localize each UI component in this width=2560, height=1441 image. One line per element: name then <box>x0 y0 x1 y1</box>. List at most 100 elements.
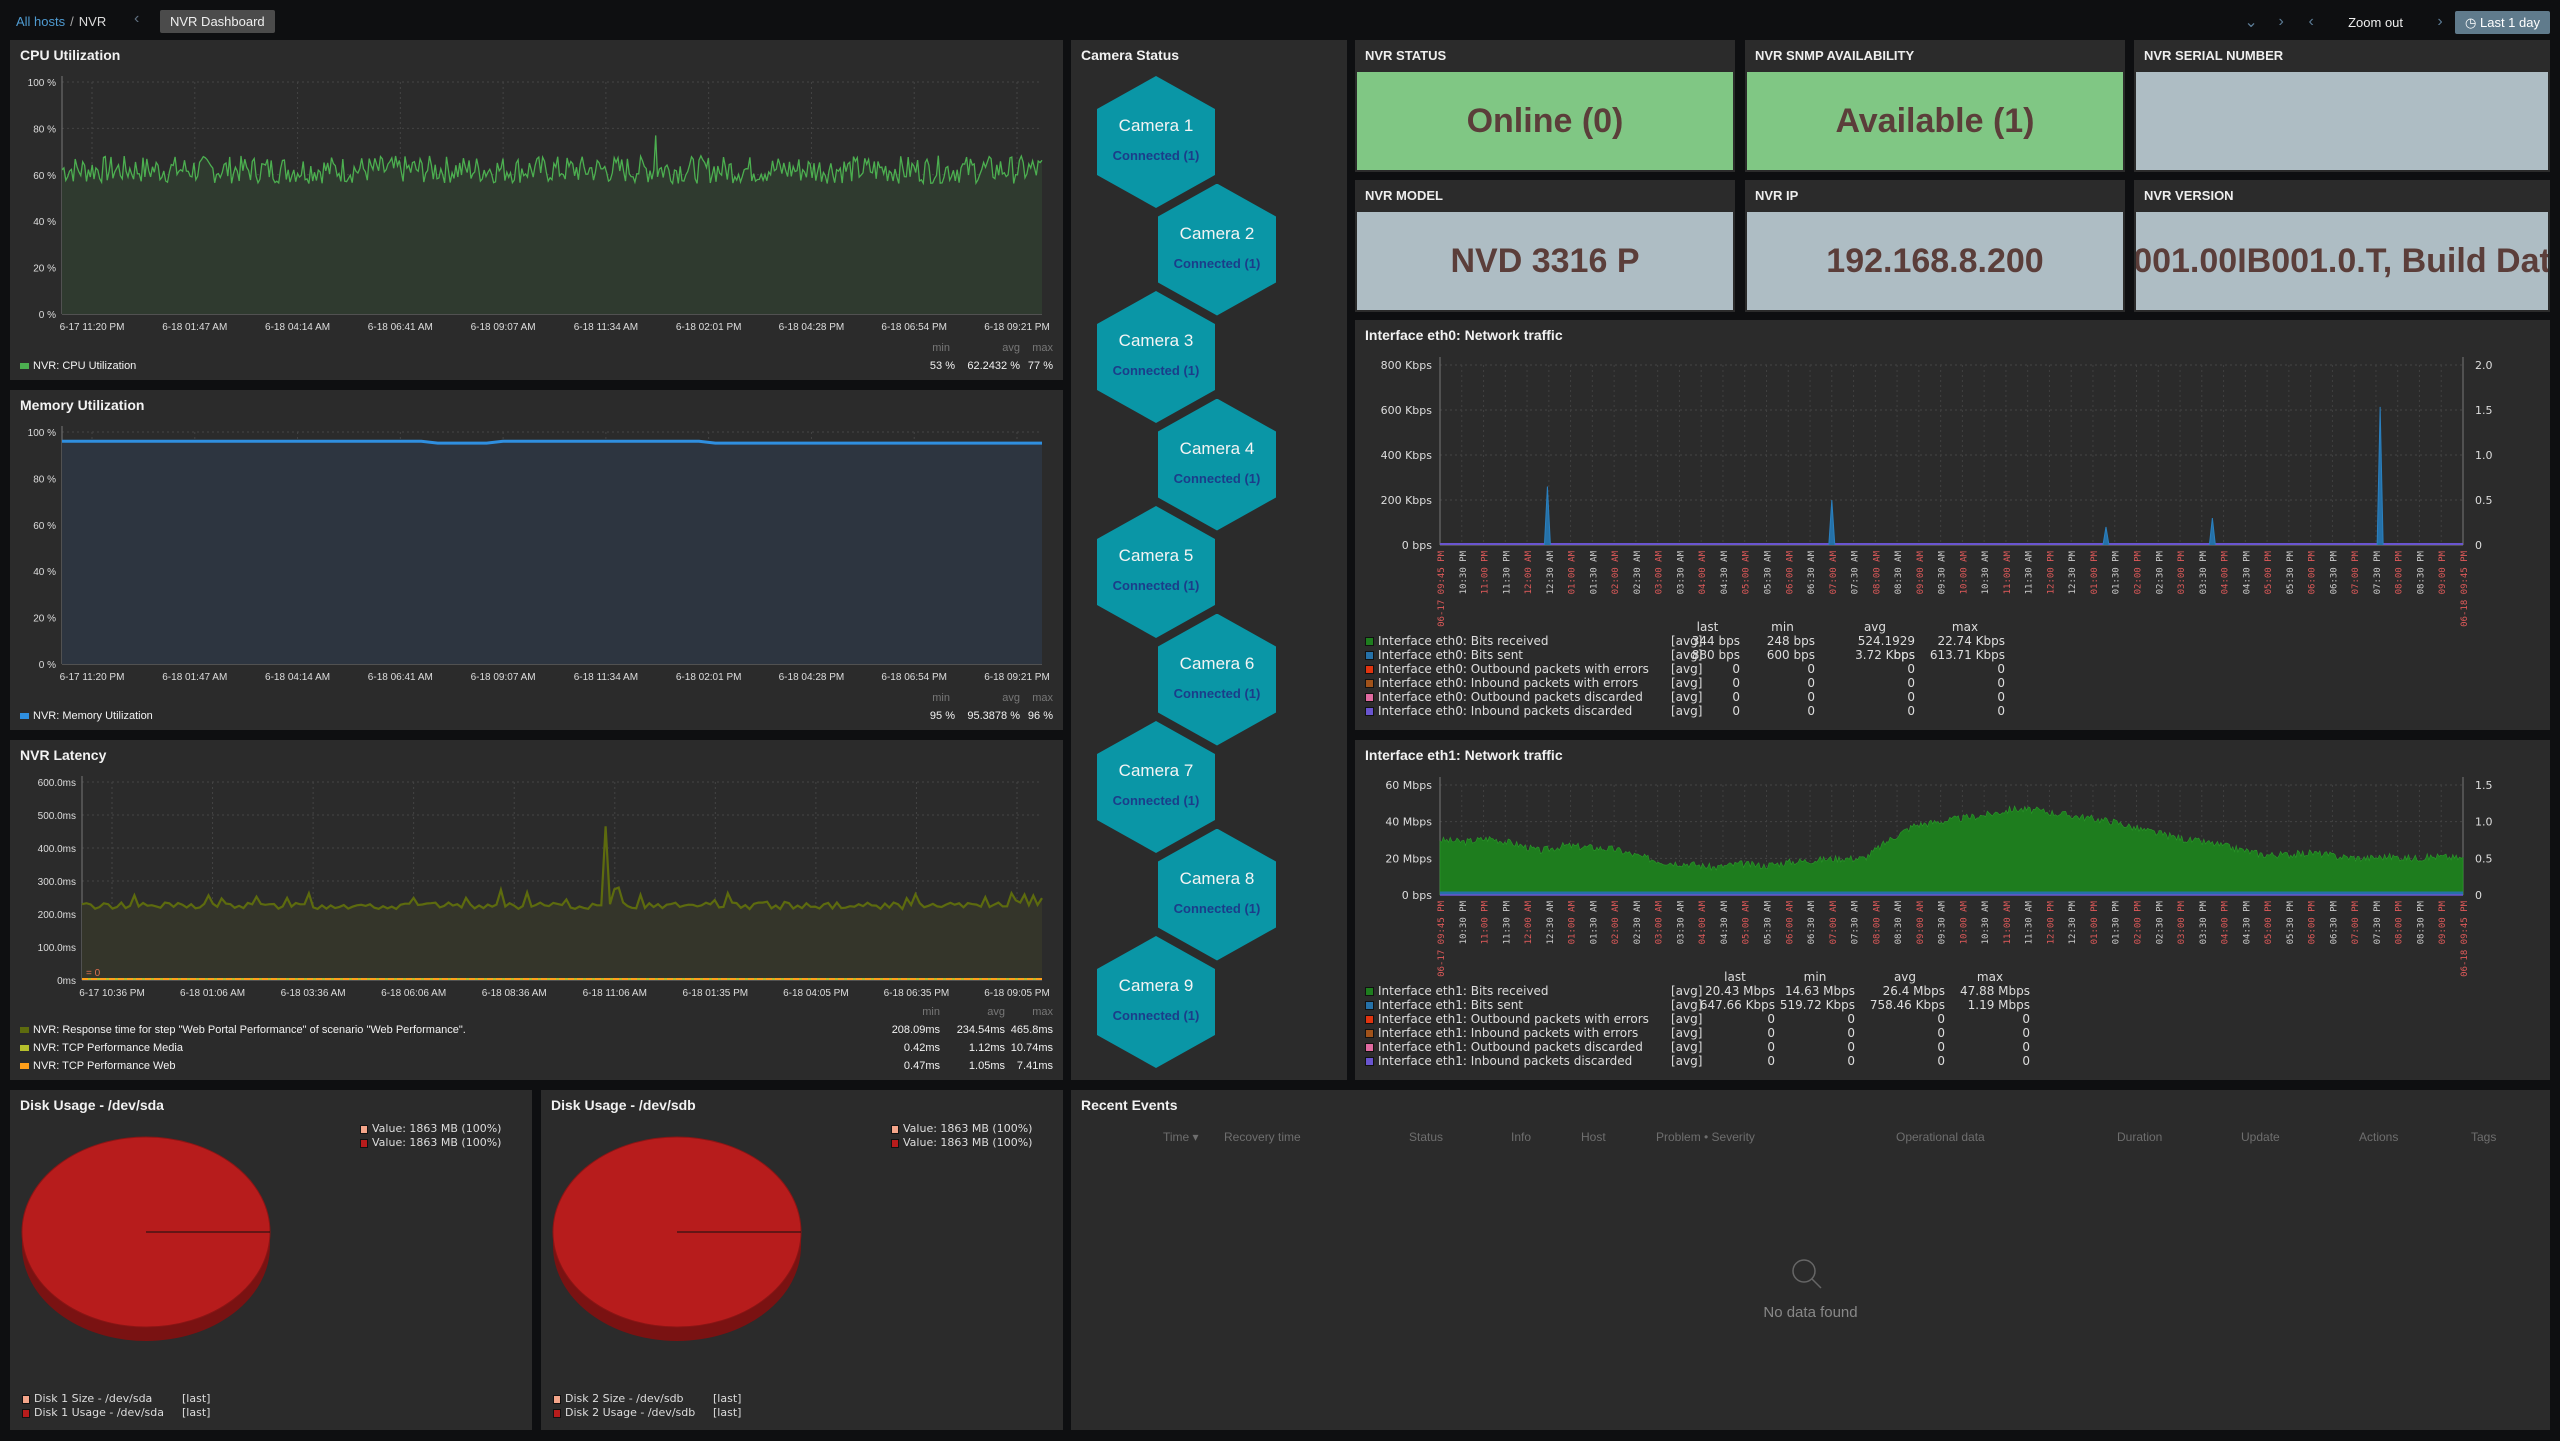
pie-legend-fn: [last] <box>713 1392 742 1405</box>
legend-last: 0 <box>1767 1054 1775 1068</box>
x-tick-label: 6-18 04:14 AM <box>265 322 330 333</box>
events-col-header[interactable]: Status <box>1409 1130 1443 1144</box>
x-tick-label: 6-18 01:06 AM <box>180 988 245 999</box>
events-col-header[interactable]: Recovery time <box>1224 1130 1301 1144</box>
pie-legend-item: Disk 1 Size - /dev/sda [last] <box>22 1392 210 1406</box>
legend-swatch <box>20 1063 29 1070</box>
pie-legend-item: Value: 1863 MB (100%) <box>891 1122 1032 1136</box>
breadcrumb-all-hosts[interactable]: All hosts <box>16 14 65 29</box>
x-tick-label: 06-17 09:45 PM <box>1437 550 1447 626</box>
latency-max: 7.41ms <box>1016 1060 1053 1072</box>
x-tick-label: 02:30 PM <box>2155 550 2165 594</box>
events-col-header[interactable]: Info <box>1511 1130 1531 1144</box>
legend-swatch <box>22 1408 30 1418</box>
info-tile-title: NVR VERSION <box>2144 188 2234 203</box>
x-tick-label: 6-18 09:07 AM <box>471 322 536 333</box>
chevron-right-icon[interactable]: › <box>2266 13 2296 31</box>
x-tick-label: 08:30 PM <box>2416 550 2426 594</box>
chevron-down-icon[interactable]: ⌄ <box>2236 12 2266 32</box>
events-col-header[interactable]: Actions <box>2359 1130 2398 1144</box>
camera-hex-2[interactable]: Camera 2 Connected (1) <box>1158 183 1276 316</box>
chevron-left-icon[interactable]: ‹ <box>134 10 139 28</box>
y-tick-label: 60 % <box>33 521 56 532</box>
breadcrumb-nvr[interactable]: NVR <box>79 14 106 29</box>
eth0-legend: last min avg max Interface eth0: Bits receiv… <box>1365 620 2545 732</box>
cpu-legend: NVR: CPU Utilization <box>20 360 136 372</box>
x-tick-label: 04:30 AM <box>1720 550 1730 594</box>
info-tile-value: 192.168.8.200 <box>1747 212 2123 310</box>
info-tile-title: NVR IP <box>1755 188 1799 203</box>
legend-max: 0 <box>2022 1012 2030 1026</box>
events-col-header[interactable]: Duration <box>2117 1130 2162 1144</box>
camera-hex-1[interactable]: Camera 1 Connected (1) <box>1097 76 1215 208</box>
legend-swatch <box>22 1394 30 1404</box>
camera-hex-5[interactable]: Camera 5 Connected (1) <box>1097 506 1215 638</box>
legend-last: 0 <box>1767 1012 1775 1026</box>
x-tick-label: 09:00 PM <box>2438 900 2448 944</box>
x-tick-label: 06:00 PM <box>2308 550 2318 594</box>
x-tick-label: 6-17 10:36 PM <box>79 988 145 999</box>
camera-hex-4[interactable]: Camera 4 Connected (1) <box>1158 398 1276 531</box>
y-tick-label: 500.0ms <box>38 811 76 822</box>
legend-last: 880 bps <box>1691 648 1740 662</box>
events-col-header[interactable]: Host <box>1581 1130 1606 1144</box>
x-tick-label: 6-18 01:47 AM <box>162 672 227 683</box>
memory-chart[interactable]: 100 % 80 % 60 % 40 % 20 % 0 % 6-17 11:20 PM 6-1… <box>10 390 1063 730</box>
x-tick-label: 09:00 AM <box>1916 900 1926 944</box>
legend-max: 613.71 Kbps <box>1929 648 2005 662</box>
events-col-header[interactable]: Tags <box>2471 1130 2496 1144</box>
disk-sdb-legend-bottom: Disk 2 Size - /dev/sdb [last] Disk 2 Usage… <box>553 1392 853 1422</box>
camera-hex-8[interactable]: Camera 8 Connected (1) <box>1158 828 1276 961</box>
camera-hex-6[interactable]: Camera 6 Connected (1) <box>1158 613 1276 746</box>
cpu-max: 77 % <box>1027 360 1053 372</box>
y-tick-label: 0 bps <box>1402 539 1432 552</box>
camera-name: Camera 9 <box>1118 976 1194 995</box>
x-tick-label: 11:00 AM <box>2003 550 2013 594</box>
legend-avg: 758.46 Kbps <box>1869 998 1945 1012</box>
zoom-out-button[interactable]: Zoom out <box>2326 15 2425 30</box>
info-tile-4: NVR IP 192.168.8.200 <box>1745 180 2125 312</box>
legend-swatch <box>1365 665 1374 674</box>
camera-name: Camera 7 <box>1118 761 1194 780</box>
camera-hex-9[interactable]: Camera 9 Connected (1) <box>1097 936 1215 1068</box>
legend-last: 0 <box>1732 704 1740 718</box>
eth0-spike <box>2208 517 2216 546</box>
x-tick-label: 01:00 PM <box>2090 550 2100 594</box>
memory-avg: 95.3878 % <box>967 710 1020 722</box>
events-col-header[interactable]: Operational data <box>1896 1130 1985 1144</box>
events-col-header[interactable]: Time ▾ <box>1163 1130 1199 1144</box>
camera-hex-3[interactable]: Camera 3 Connected (1) <box>1097 291 1215 423</box>
pie-legend-item: Disk 2 Usage - /dev/sdb [last] <box>553 1406 741 1420</box>
search-icon <box>1792 1259 1822 1289</box>
time-forward-icon[interactable]: › <box>2425 13 2455 31</box>
camera-name: Camera 8 <box>1179 868 1255 888</box>
camera-hex-7[interactable]: Camera 7 Connected (1) <box>1097 721 1215 853</box>
x-tick-label: 6-18 06:35 PM <box>884 988 950 999</box>
time-back-icon[interactable]: ‹ <box>2296 13 2326 31</box>
x-tick-label: 08:00 PM <box>2395 900 2405 944</box>
cpu-chart[interactable]: 100 % 80 % 60 % 40 % 20 % 0 % 6-17 11:20 PM 6-1… <box>10 40 1063 380</box>
pie-legend-item: Value: 1863 MB (100%) <box>891 1136 1032 1150</box>
eth0-spike <box>1828 499 1836 546</box>
x-tick-label: 07:00 PM <box>2351 550 2361 594</box>
y-tick-label: 0 % <box>39 310 56 321</box>
x-tick-label: 01:00 PM <box>2090 900 2100 944</box>
y2-tick-label: 1.5 <box>2475 404 2493 417</box>
events-col-header[interactable]: Problem • Severity <box>1656 1130 1755 1144</box>
y-tick-label: 400 Kbps <box>1381 449 1433 462</box>
legend-max: 0 <box>2022 1026 2030 1040</box>
legend-last: 0 <box>1767 1040 1775 1054</box>
legend-min: 0 <box>1847 1040 1855 1054</box>
legend-series-name: Interface eth0: Bits received <box>1378 634 1549 648</box>
dashboard-page-tab[interactable]: NVR Dashboard <box>160 10 275 33</box>
y-tick-label: 20 % <box>33 264 56 275</box>
events-col-header[interactable]: Update <box>2241 1130 2280 1144</box>
legend-avg: 0 <box>1907 690 1915 704</box>
camera-name: Camera 5 <box>1118 546 1194 565</box>
time-range-button[interactable]: ◷ Last 1 day <box>2455 10 2550 34</box>
y-tick-label: 0 bps <box>1402 889 1432 902</box>
x-tick-label: 09:00 AM <box>1916 550 1926 594</box>
legend-last: 20.43 Mbps <box>1704 984 1775 998</box>
info-tile-value: Online (0) <box>1357 72 1733 170</box>
info-tile-title: NVR SERIAL NUMBER <box>2144 48 2284 63</box>
